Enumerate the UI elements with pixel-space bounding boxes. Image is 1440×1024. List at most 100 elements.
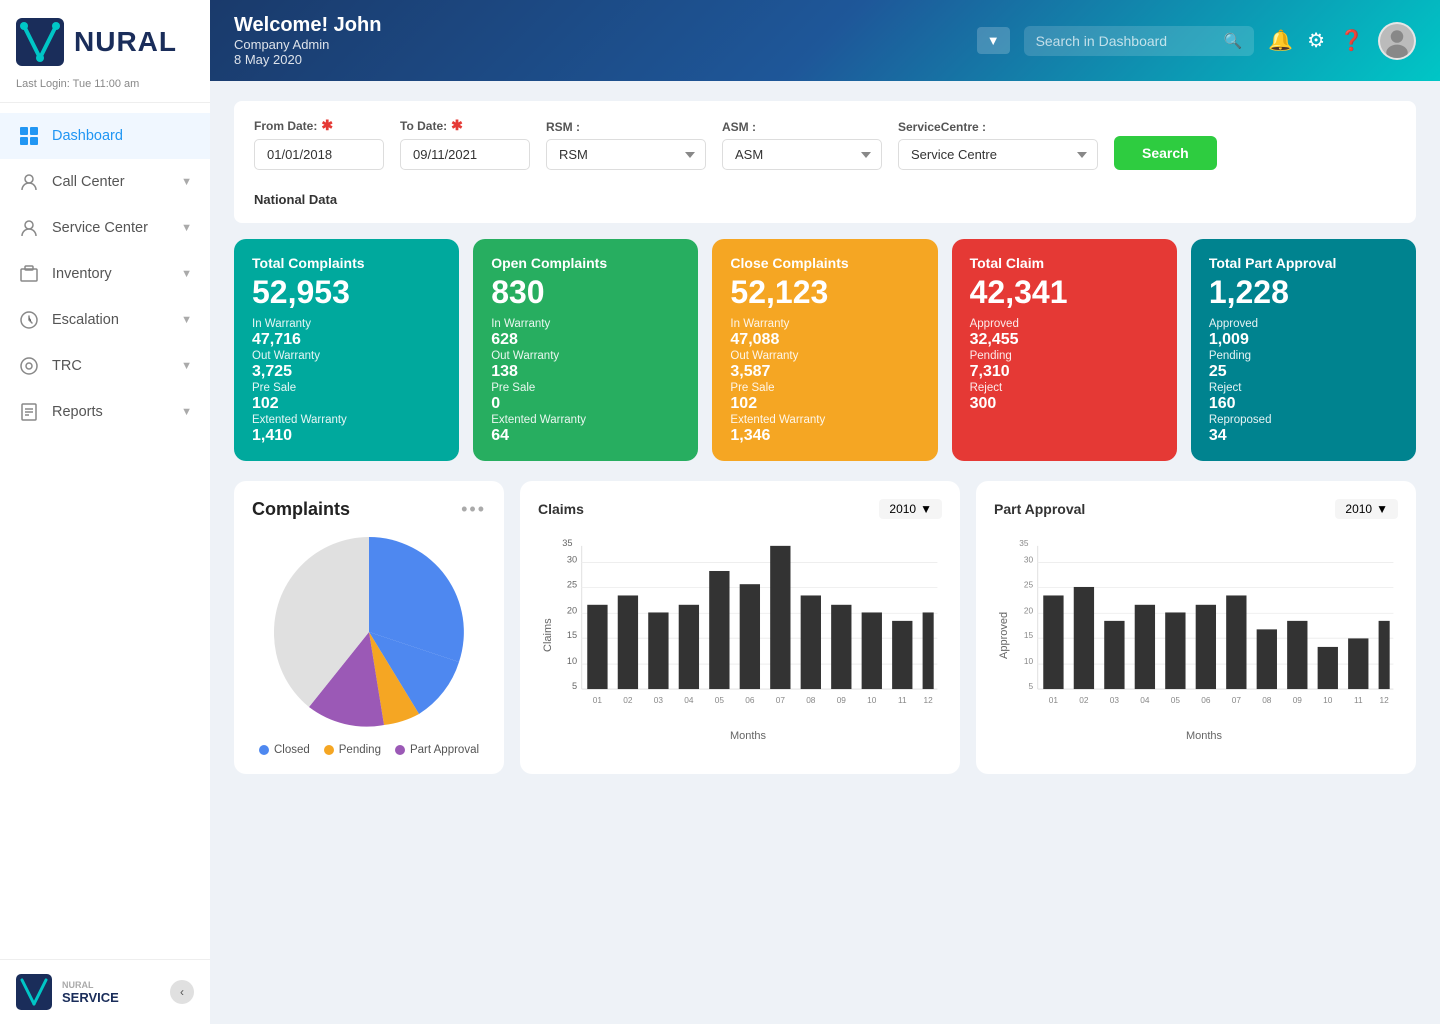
open-complaints-label-0: In Warranty <box>491 318 680 330</box>
sidebar-item-inventory[interactable]: Inventory ▼ <box>0 251 210 297</box>
sidebar-item-call-center[interactable]: Call Center ▼ <box>0 159 210 205</box>
svg-text:04: 04 <box>1140 695 1150 705</box>
from-date-input[interactable] <box>254 139 384 170</box>
complaints-chart-header: Complaints ••• <box>252 499 486 520</box>
filter-search-button[interactable]: Search <box>1114 136 1217 170</box>
user-role: Company Admin <box>234 37 381 52</box>
sidebar-item-dashboard[interactable]: Dashboard <box>0 113 210 159</box>
close-complaints-value-2: 102 <box>730 395 919 413</box>
settings-gear-icon[interactable]: ⚙ <box>1307 28 1325 53</box>
sidebar-item-service-center[interactable]: Service Center ▼ <box>0 205 210 251</box>
close-complaints-value-3: 1,346 <box>730 427 919 445</box>
svg-text:10: 10 <box>567 656 577 666</box>
svg-text:06: 06 <box>745 695 755 705</box>
national-data-label: National Data <box>254 192 1396 207</box>
svg-text:01: 01 <box>1049 695 1059 705</box>
to-date-label: To Date: ✱ <box>400 117 530 134</box>
claims-x-axis-label: Months <box>554 730 942 742</box>
sidebar-bottom-logo-icon <box>16 974 52 1010</box>
from-date-required-icon: ✱ <box>321 117 333 134</box>
avatar-image <box>1380 22 1414 60</box>
claims-bar-08 <box>801 596 821 690</box>
from-date-group: From Date: ✱ <box>254 117 384 170</box>
pa-bar-09 <box>1287 621 1307 689</box>
total-part-approval-value-2: 160 <box>1209 395 1398 413</box>
claims-bar-05 <box>709 571 729 689</box>
total-claim-number: 42,341 <box>970 275 1159 310</box>
pa-bar-01 <box>1043 596 1063 690</box>
total-complaints-value-0: 47,716 <box>252 331 441 349</box>
user-avatar[interactable] <box>1378 22 1416 60</box>
close-complaints-label-3: Extented Warranty <box>730 414 919 426</box>
to-date-input[interactable] <box>400 139 530 170</box>
search-box[interactable]: 🔍 <box>1024 26 1255 56</box>
svg-text:09: 09 <box>837 695 847 705</box>
part-approval-x-axis-label: Months <box>1010 730 1398 742</box>
service-centre-group: ServiceCentre : Service Centre SC 1 SC 2 <box>898 120 1098 170</box>
chevron-icon-call-center: ▼ <box>181 176 192 188</box>
notification-bell-icon[interactable]: 🔔 <box>1268 28 1293 53</box>
claims-y-axis-label: Claims <box>538 529 554 742</box>
total-part-approval-value-0: 1,009 <box>1209 331 1398 349</box>
part-approval-chart-inner: 5 10 15 20 25 30 35 <box>1010 529 1398 742</box>
total-claim-title: Total Claim <box>970 255 1159 271</box>
claims-chart-area: Claims 5 10 15 20 25 30 <box>538 529 942 742</box>
close-complaints-label-0: In Warranty <box>730 318 919 330</box>
sidebar-nural-label: NURAL <box>62 980 119 990</box>
dropdown-trigger-button[interactable]: ▼ <box>977 27 1010 54</box>
total-claim-value-2: 300 <box>970 395 1159 413</box>
chevron-icon-trc: ▼ <box>181 360 192 372</box>
legend-label-part-approval: Part Approval <box>410 744 479 756</box>
logo-area: NURAL <box>0 0 210 74</box>
svg-text:10: 10 <box>867 695 877 705</box>
claims-bar-01 <box>587 605 607 689</box>
complaints-pie-chart-card: Complaints ••• <box>234 481 504 774</box>
sidebar-item-reports[interactable]: Reports ▼ <box>0 389 210 435</box>
chevron-icon-reports: ▼ <box>181 406 192 418</box>
sidebar-label-call-center: Call Center <box>52 174 125 190</box>
chevron-icon-service-center: ▼ <box>181 222 192 234</box>
open-complaints-value-3: 64 <box>491 427 680 445</box>
dropdown-arrow-icon: ▼ <box>987 33 1000 48</box>
part-approval-year-chevron-icon: ▼ <box>1376 502 1388 516</box>
claims-bar-chart-card: Claims 2010 ▼ Claims 5 <box>520 481 960 774</box>
service-centre-select[interactable]: Service Centre SC 1 SC 2 <box>898 139 1098 170</box>
claims-year-selector[interactable]: 2010 ▼ <box>879 499 942 519</box>
complaints-chart-menu-button[interactable]: ••• <box>461 499 486 520</box>
pa-bar-12 <box>1379 621 1390 689</box>
open-complaints-label-3: Extented Warranty <box>491 414 680 426</box>
part-approval-y-axis-label: Approved <box>994 529 1010 742</box>
total-complaints-label-2: Pre Sale <box>252 382 441 394</box>
claims-bar-06 <box>740 584 760 689</box>
legend-item-part-approval: Part Approval <box>395 744 479 756</box>
to-date-required-icon: ✱ <box>451 117 463 134</box>
part-approval-year-selector[interactable]: 2010 ▼ <box>1335 499 1398 519</box>
rsm-select[interactable]: RSM RSM 1 RSM 2 <box>546 139 706 170</box>
chevron-icon-inventory: ▼ <box>181 268 192 280</box>
claims-year-chevron-icon: ▼ <box>920 502 932 516</box>
asm-select[interactable]: ASM ASM 1 ASM 2 <box>722 139 882 170</box>
svg-text:06: 06 <box>1201 695 1211 705</box>
sidebar-label-escalation: Escalation <box>52 312 119 328</box>
close-complaints-title: Close Complaints <box>730 255 919 271</box>
sidebar-toggle-button[interactable]: ‹ <box>170 980 194 1004</box>
help-question-icon[interactable]: ❓ <box>1339 28 1364 53</box>
call-center-icon <box>18 171 40 193</box>
sidebar-item-trc[interactable]: TRC ▼ <box>0 343 210 389</box>
svg-text:30: 30 <box>1024 555 1034 565</box>
svg-text:03: 03 <box>654 695 664 705</box>
claims-bar-svg: 5 10 15 20 25 30 35 <box>554 529 942 729</box>
svg-text:09: 09 <box>1293 695 1303 705</box>
svg-text:02: 02 <box>1079 695 1089 705</box>
legend-dot-part-approval <box>395 745 405 755</box>
charts-row: Complaints ••• <box>234 481 1416 774</box>
pie-chart-svg <box>269 532 469 732</box>
sidebar-item-escalation[interactable]: Escalation ▼ <box>0 297 210 343</box>
sidebar-bottom: NURAL SERVICE ‹ <box>0 959 210 1024</box>
total-claim-value-0: 32,455 <box>970 331 1159 349</box>
logo-text: NURAL <box>74 26 177 58</box>
dashboard-search-input[interactable] <box>1036 33 1216 49</box>
close-complaints-label-2: Pre Sale <box>730 382 919 394</box>
svg-text:5: 5 <box>1028 681 1033 691</box>
svg-text:05: 05 <box>715 695 725 705</box>
